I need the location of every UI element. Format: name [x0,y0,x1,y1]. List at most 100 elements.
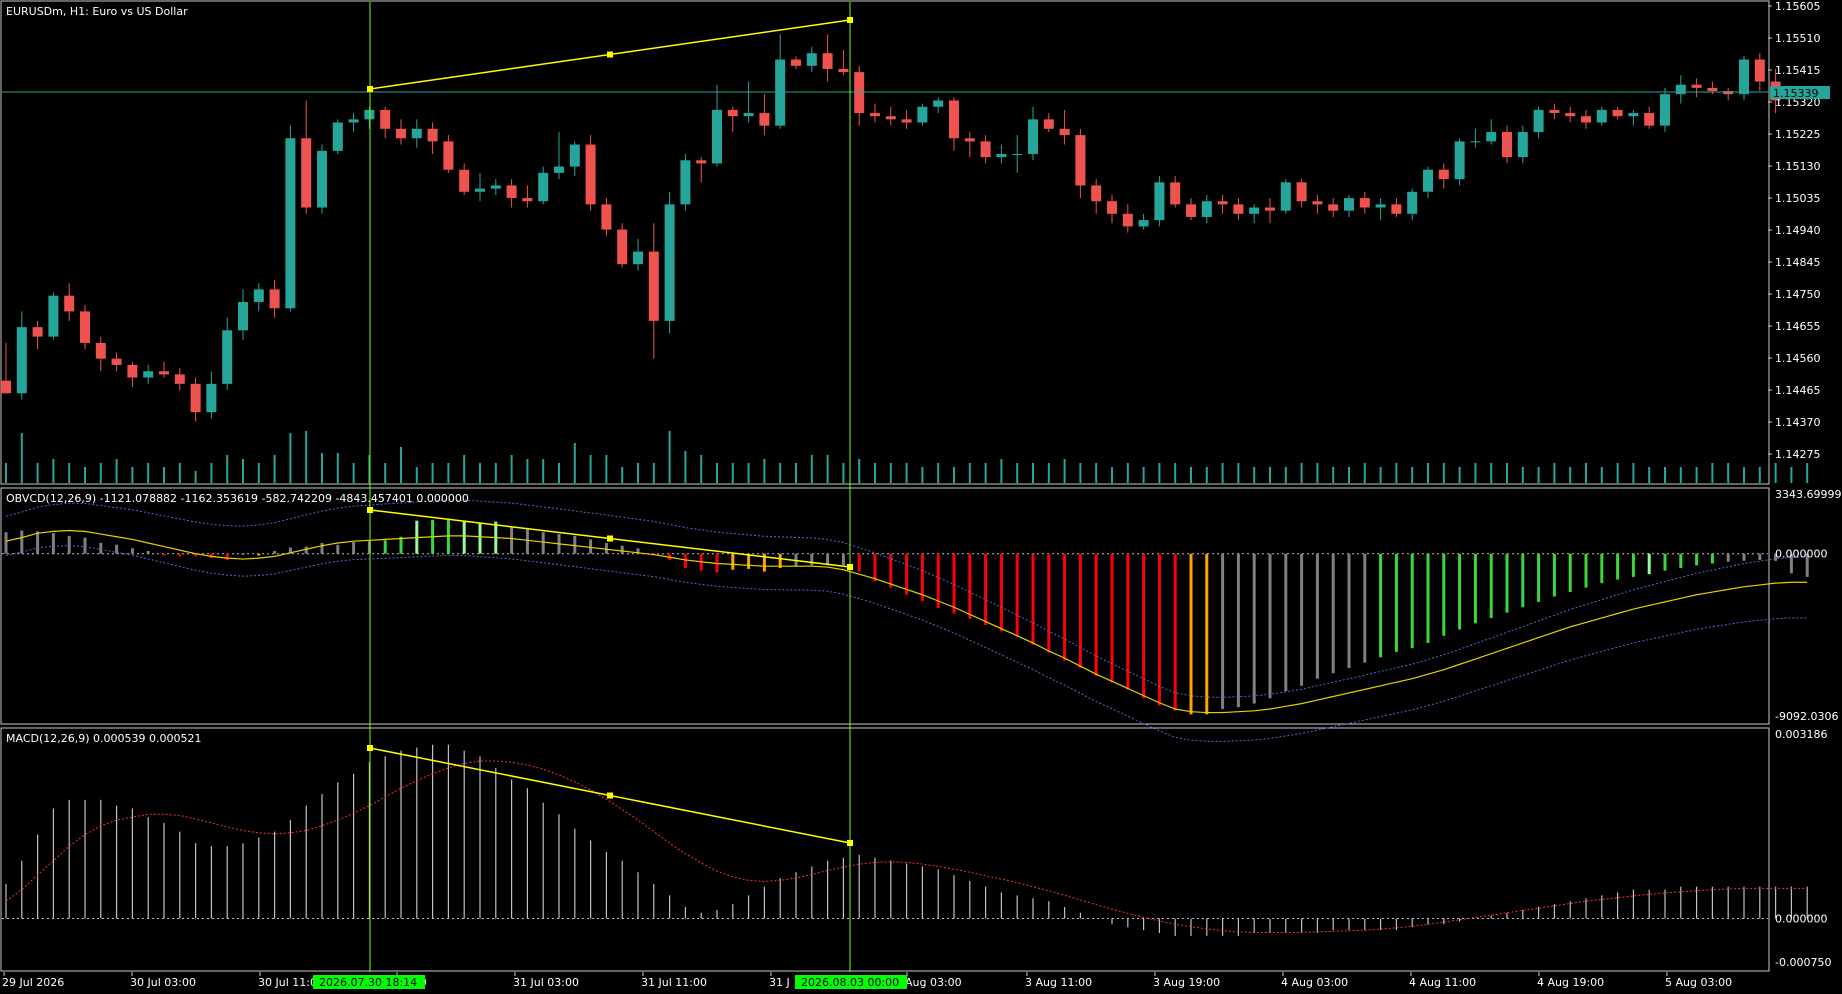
candle-body[interactable] [648,251,659,321]
candle-body[interactable] [1723,91,1734,95]
candle-body[interactable] [206,383,217,413]
candle-body[interactable] [949,100,959,139]
candle-body[interactable] [364,109,375,120]
candle-body[interactable] [1107,201,1117,214]
candle-body[interactable] [64,295,75,312]
candle-body[interactable] [1138,220,1149,227]
candle-body[interactable] [190,383,201,413]
candle-body[interactable] [380,109,391,129]
candle-body[interactable] [633,251,643,265]
candle-body[interactable] [269,289,280,309]
candle-body[interactable] [822,53,833,69]
candle-body[interactable] [1059,128,1070,136]
candle-body[interactable] [238,301,248,331]
candle-body[interactable] [743,113,754,117]
candle-body[interactable] [348,119,359,123]
candle-body[interactable] [680,160,691,205]
trend-handle[interactable] [367,745,373,751]
trend-handle[interactable] [847,840,853,846]
candle-body[interactable] [1249,207,1260,214]
candle-body[interactable] [1565,113,1576,117]
candle-body[interactable] [1,380,11,394]
candle-body[interactable] [1407,191,1418,214]
candle-body[interactable] [443,141,454,170]
trend-handle[interactable] [607,51,613,58]
candle-body[interactable] [1122,213,1133,227]
candle-body[interactable] [332,122,343,151]
candle-body[interactable] [1423,169,1433,192]
candle-body[interactable] [1470,141,1481,143]
candle-body[interactable] [506,185,517,199]
candle-body[interactable] [1280,182,1291,211]
candle-body[interactable] [396,128,406,139]
candle-body[interactable] [1533,109,1544,132]
candle-body[interactable] [490,185,501,189]
candle-body[interactable] [522,198,533,202]
candle-body[interactable] [885,116,896,120]
candle-body[interactable] [1517,131,1528,158]
candle-body[interactable] [917,106,928,123]
candle-body[interactable] [32,327,43,337]
candle-body[interactable] [159,371,169,375]
candle-body[interactable] [1028,119,1038,154]
candle-body[interactable] [459,169,470,192]
trend-handle[interactable] [367,86,373,92]
candle-body[interactable] [1344,198,1354,211]
candle-body[interactable] [111,358,122,365]
candle-body[interactable] [569,144,580,167]
candle-body[interactable] [996,153,1007,158]
trend-handle[interactable] [607,535,613,542]
candle-body[interactable] [980,141,991,158]
candle-body[interactable] [427,128,438,142]
candle-body[interactable] [1075,135,1086,186]
candle-body[interactable] [411,128,422,139]
candle-body[interactable] [933,100,944,107]
candle-body[interactable] [1754,59,1765,82]
candle-body[interactable] [475,188,485,192]
candle-body[interactable] [791,59,801,66]
candle-body[interactable] [806,53,817,66]
candle-body[interactable] [1644,113,1655,126]
candle-body[interactable] [1596,109,1607,123]
candle-body[interactable] [1691,84,1702,88]
candle-body[interactable] [601,204,612,230]
candle-body[interactable] [838,68,849,73]
candle-body[interactable] [1359,198,1370,208]
candle-body[interactable] [538,172,549,202]
candle-body[interactable] [964,138,975,142]
candle-body[interactable] [870,113,880,117]
candle-body[interactable] [1091,185,1102,202]
candle-body[interactable] [285,138,296,309]
candle-body[interactable] [1454,141,1465,180]
candle-body[interactable] [1296,182,1307,202]
candle-body[interactable] [174,374,185,384]
candle-body[interactable] [1549,109,1560,114]
candle-body[interactable] [1375,204,1386,208]
candle-body[interactable] [253,289,264,302]
candle-body[interactable] [1043,119,1054,129]
candle-body[interactable] [854,72,865,114]
candle-body[interactable] [554,166,564,173]
candle-body[interactable] [759,113,770,126]
candle-body[interactable] [1312,201,1323,205]
candle-body[interactable] [222,330,233,384]
candle-body[interactable] [1675,84,1686,95]
candle-body[interactable] [1265,207,1275,211]
candle-body[interactable] [143,371,154,378]
candle-body[interactable] [1217,201,1228,205]
candle-body[interactable] [1628,113,1639,117]
chart-window[interactable]: 1.156051.155101.154151.153201.152251.151… [0,0,1842,994]
candle-body[interactable] [127,364,138,378]
candle-body[interactable] [585,144,596,205]
trend-handle[interactable] [367,507,373,513]
candle-body[interactable] [696,160,707,164]
candle-body[interactable] [1502,131,1512,158]
candle-body[interactable] [664,204,675,321]
trend-handle[interactable] [847,564,853,570]
candle-body[interactable] [1707,87,1718,92]
candle-body[interactable] [80,311,90,343]
candle-body[interactable] [1486,131,1497,142]
candle-body[interactable] [16,327,27,394]
candle-body[interactable] [301,138,312,208]
candle-body[interactable] [775,59,786,126]
